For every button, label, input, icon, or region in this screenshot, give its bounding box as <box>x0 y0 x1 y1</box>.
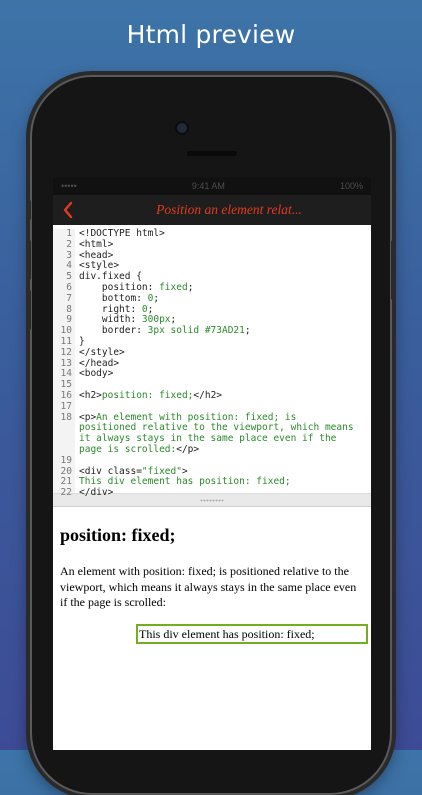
code-token: <head> <box>79 249 114 261</box>
code-token: bottom: <box>79 292 148 304</box>
code-line: </style> <box>79 346 371 359</box>
code-line: </div> <box>79 487 371 499</box>
phone-side-button <box>27 200 31 220</box>
chevron-left-icon <box>63 201 73 219</box>
code-token: </div> <box>79 487 114 499</box>
code-token: div.fixed { <box>79 271 142 283</box>
code-token: positioned relative to the viewport, whi… <box>79 422 354 434</box>
code-token: </p> <box>176 443 200 455</box>
code-token: page is scrolled: <box>79 443 177 455</box>
code-token: 300px <box>141 314 171 326</box>
code-token: This div element has position: fixed; <box>79 476 291 488</box>
code-line: <body> <box>79 368 371 380</box>
line-number <box>53 434 72 445</box>
code-token: </head> <box>79 357 120 369</box>
front-camera <box>177 123 187 133</box>
code-token: 3px solid #73AD21 <box>147 325 245 337</box>
code-line: </head> <box>79 357 371 370</box>
code-token: An element with position: fixed; is <box>96 411 297 423</box>
back-button[interactable] <box>53 195 83 225</box>
status-bar: ••••• 9:41 AM 100% <box>53 177 371 195</box>
phone-power-button <box>391 240 395 300</box>
code-token: > <box>181 465 188 477</box>
code-token: it always stays in the same place even i… <box>79 433 337 445</box>
code-token: ; <box>187 281 194 293</box>
code-token: ; <box>244 325 251 337</box>
code-token: ; <box>170 314 177 326</box>
preview-paragraph: An element with position: fixed; is posi… <box>60 564 357 609</box>
code-token: border: <box>79 325 148 337</box>
line-number: 22 <box>60 487 72 499</box>
code-token: "fixed" <box>141 465 182 477</box>
battery-level: 100% <box>339 181 363 191</box>
html-preview-pane: position: fixed; An element with positio… <box>53 525 371 644</box>
code-line: <h2>position: fixed;</h2> <box>79 389 371 402</box>
code-token: right: <box>79 303 142 315</box>
earpiece-speaker <box>187 151 237 156</box>
code-token: <style> <box>79 260 120 272</box>
code-line: <html> <box>79 238 371 251</box>
fixed-position-div: This div element has position: fixed; <box>136 624 368 644</box>
code-token: ; <box>147 303 154 315</box>
code-token: width: <box>79 314 142 326</box>
code-token: ; <box>153 292 160 304</box>
code-line: This div element has position: fixed; <box>79 476 371 488</box>
code-line: <!DOCTYPE html> <box>79 228 371 240</box>
app-screen: ••••• 9:41 AM 100% Position an element r… <box>53 177 371 750</box>
code-token: </h2> <box>193 389 223 401</box>
line-number: 2 <box>66 238 72 250</box>
code-area[interactable]: <!DOCTYPE html> <html> <head> <style> div.fi… <box>75 228 371 498</box>
line-number: 12 <box>60 346 72 358</box>
code-token: fixed <box>159 281 188 293</box>
code-token: position: fixed; <box>101 389 194 401</box>
code-token: <p> <box>79 411 97 423</box>
code-token: </style> <box>79 346 125 358</box>
code-token: <h2> <box>79 389 102 401</box>
navigation-bar: Position an element relat... <box>53 195 371 225</box>
line-number: 17 <box>60 400 72 412</box>
code-token: <!DOCTYPE html> <box>79 228 165 239</box>
line-number: 18 <box>60 411 72 423</box>
carrier-signal: ••••• <box>61 181 77 191</box>
code-line: border: 3px solid #73AD21; <box>79 325 371 337</box>
code-line: <head> <box>79 249 371 262</box>
code-line: page is scrolled:</p> <box>79 443 371 456</box>
line-number-gutter: 1 2 3 4 5 6 7 8 9 10 11 12 13 14 15 16 17 18 19 20 21 22 <box>53 228 75 498</box>
page-title: Position an element relat... <box>156 202 302 217</box>
code-token: position: <box>79 281 160 293</box>
phone-volume-up <box>27 240 31 280</box>
line-number <box>53 423 72 434</box>
code-token: <div class= <box>79 465 142 477</box>
code-token: <body> <box>79 368 114 380</box>
code-token: <html> <box>79 238 114 250</box>
code-token: } <box>79 335 85 347</box>
line-number: 7 <box>66 292 72 304</box>
banner-title: Html preview <box>126 20 296 49</box>
grip-dots-icon <box>200 498 224 502</box>
phone-volume-down <box>27 290 31 330</box>
code-editor[interactable]: 1 2 3 4 5 6 7 8 9 10 11 12 13 14 15 16 17 18 19 20 21 22 <!DO… <box>53 225 371 498</box>
status-time: 9:41 AM <box>191 181 225 191</box>
preview-heading: position: fixed; <box>60 525 176 545</box>
line-number: 19 <box>60 454 72 466</box>
